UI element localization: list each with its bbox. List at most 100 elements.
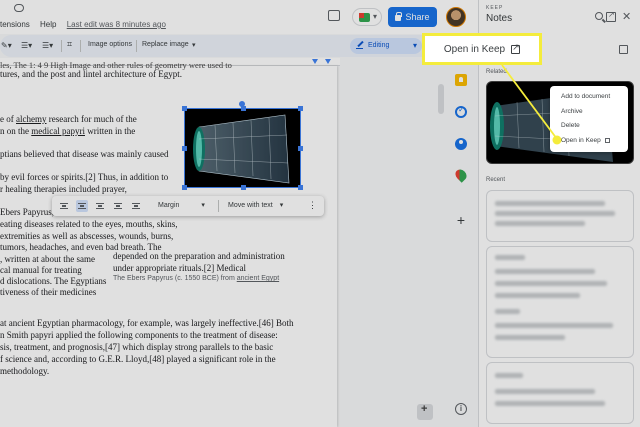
menu-help[interactable]: Help xyxy=(40,20,56,29)
last-edit-link[interactable]: Last edit was 8 minutes ago xyxy=(67,20,166,29)
doc-line: ptians believed that disease was mainly … xyxy=(0,149,169,159)
vertical-scrollbar[interactable] xyxy=(438,84,444,114)
chevron-down-icon: ▾ xyxy=(373,12,378,21)
toolbar-divider xyxy=(61,40,62,52)
share-button[interactable]: Share xyxy=(388,7,437,27)
comment-history-icon[interactable] xyxy=(328,10,340,21)
side-panel-rail: + i xyxy=(448,58,478,427)
close-icon[interactable]: ✕ xyxy=(622,12,632,23)
pencil-icon xyxy=(356,42,363,49)
blurred-text xyxy=(495,269,595,274)
doc-line: f science and, according to G.E.R. Lloyd… xyxy=(0,354,276,364)
ruler-indent-marker[interactable] xyxy=(312,59,318,64)
tasks-icon[interactable] xyxy=(455,105,467,118)
docs-top-bar: tensions Help Last edit was 8 minutes ag… xyxy=(0,0,478,34)
add-note-button[interactable] xyxy=(417,403,433,420)
add-addon-icon[interactable]: + xyxy=(455,213,467,227)
search-icon[interactable] xyxy=(595,12,603,20)
menu-extensions[interactable]: tensions xyxy=(0,20,30,29)
doc-line: sis, treatment, and prognosis,[47] which… xyxy=(0,342,274,352)
blurred-text xyxy=(495,389,595,394)
open-in-new-icon xyxy=(604,138,610,143)
resize-handle[interactable] xyxy=(182,106,187,111)
open-in-new-icon[interactable] xyxy=(606,10,616,22)
blurred-text xyxy=(495,401,605,406)
toolbar-divider xyxy=(80,40,81,52)
highlight-pen-icon[interactable]: ✎▾ xyxy=(1,41,12,50)
doc-margin-area xyxy=(340,58,444,427)
resize-handle[interactable] xyxy=(298,185,303,190)
alchemy-link[interactable]: alchemy xyxy=(16,114,47,124)
behind-text-icon xyxy=(114,203,122,209)
archive-item[interactable]: Archive xyxy=(561,108,583,115)
doc-line: depended on the preparation and administ… xyxy=(113,251,285,261)
ruler-indent-marker[interactable] xyxy=(325,59,331,64)
add-to-document-item[interactable]: Add to document xyxy=(561,93,610,100)
selected-image[interactable] xyxy=(182,106,303,190)
meet-button[interactable]: ▾ xyxy=(352,8,382,26)
break-text-icon xyxy=(96,203,104,209)
image-floating-toolbar: Margin ▾ Move with text ▾ ⋮ xyxy=(52,196,324,216)
callout-label: Open in Keep xyxy=(443,43,506,55)
wrap-inline-button[interactable] xyxy=(58,200,70,212)
replace-image-caret[interactable]: ▾ xyxy=(192,41,196,49)
blurred-text xyxy=(495,309,520,314)
in-front-of-text-button[interactable] xyxy=(130,200,142,212)
ancient-egypt-link[interactable]: ancient Egypt xyxy=(237,275,279,282)
resize-handle[interactable] xyxy=(298,106,303,111)
recent-note-card[interactable] xyxy=(486,190,634,242)
behind-text-button[interactable] xyxy=(112,200,124,212)
maps-icon[interactable] xyxy=(453,167,469,183)
resize-handle[interactable] xyxy=(182,146,187,151)
line-style-icon[interactable]: ☰▾ xyxy=(21,41,32,50)
recent-label: Recent xyxy=(486,177,506,183)
blurred-text xyxy=(495,335,565,340)
toolbar-divider xyxy=(218,200,219,212)
papyrus-scroll-graphic xyxy=(193,114,290,184)
papyrus-image xyxy=(185,109,300,187)
info-icon[interactable]: i xyxy=(455,403,467,415)
recent-note-card[interactable] xyxy=(486,362,634,424)
wrap-inline-icon xyxy=(60,203,68,209)
delete-item[interactable]: Delete xyxy=(561,122,580,129)
editing-mode-label: Editing xyxy=(368,42,390,49)
docs-editor: tensions Help Last edit was 8 minutes ag… xyxy=(0,0,478,427)
blurred-text xyxy=(495,373,523,378)
checkbox-list-icon[interactable] xyxy=(619,45,628,54)
resize-handle[interactable] xyxy=(241,185,246,190)
more-options-icon[interactable]: ⋮ xyxy=(308,200,317,211)
move-with-text-dropdown[interactable]: Move with text ▾ xyxy=(228,201,283,209)
replace-image-button[interactable]: Replace image xyxy=(142,41,189,48)
resize-handle[interactable] xyxy=(182,185,187,190)
open-in-keep-callout: Open in Keep xyxy=(422,33,542,65)
blurred-text xyxy=(495,201,605,206)
open-in-keep-item[interactable]: Open in Keep xyxy=(561,137,610,144)
crop-icon[interactable]: ⌗ xyxy=(67,39,72,50)
toolbar-divider xyxy=(136,40,137,52)
image-options-button[interactable]: Image options xyxy=(88,41,132,48)
doc-line: by evil forces or spirits.[2] Thus, in a… xyxy=(0,172,169,182)
keep-panel-title: Notes xyxy=(486,13,513,24)
keep-icon[interactable] xyxy=(455,74,467,86)
medical-papyri-link[interactable]: medical papyri xyxy=(31,126,85,136)
margin-dropdown[interactable]: Margin ▾ xyxy=(158,201,205,209)
resize-handle[interactable] xyxy=(298,146,303,151)
contacts-icon[interactable] xyxy=(455,138,467,150)
resize-handle[interactable] xyxy=(241,106,246,111)
recent-note-card[interactable] xyxy=(486,246,634,358)
blurred-text xyxy=(495,281,607,286)
open-in-new-icon xyxy=(511,42,521,54)
keep-brand: KEEP xyxy=(486,5,504,11)
wrap-text-button[interactable] xyxy=(76,200,88,212)
doc-line: methodology. xyxy=(0,366,50,376)
avatar[interactable] xyxy=(446,7,466,27)
in-front-text-icon xyxy=(132,203,140,209)
break-text-button[interactable] xyxy=(94,200,106,212)
lock-icon xyxy=(395,12,403,21)
editing-mode-dropdown[interactable]: Editing ▾ xyxy=(350,38,422,54)
cloud-status-icon[interactable] xyxy=(14,4,24,12)
blurred-text xyxy=(495,255,525,260)
chevron-down-icon: ▾ xyxy=(201,202,205,209)
line-weight-icon[interactable]: ☰▾ xyxy=(42,41,53,50)
image-caption: The Ebers Papyrus (c. 1550 BCE) from anc… xyxy=(113,275,280,282)
